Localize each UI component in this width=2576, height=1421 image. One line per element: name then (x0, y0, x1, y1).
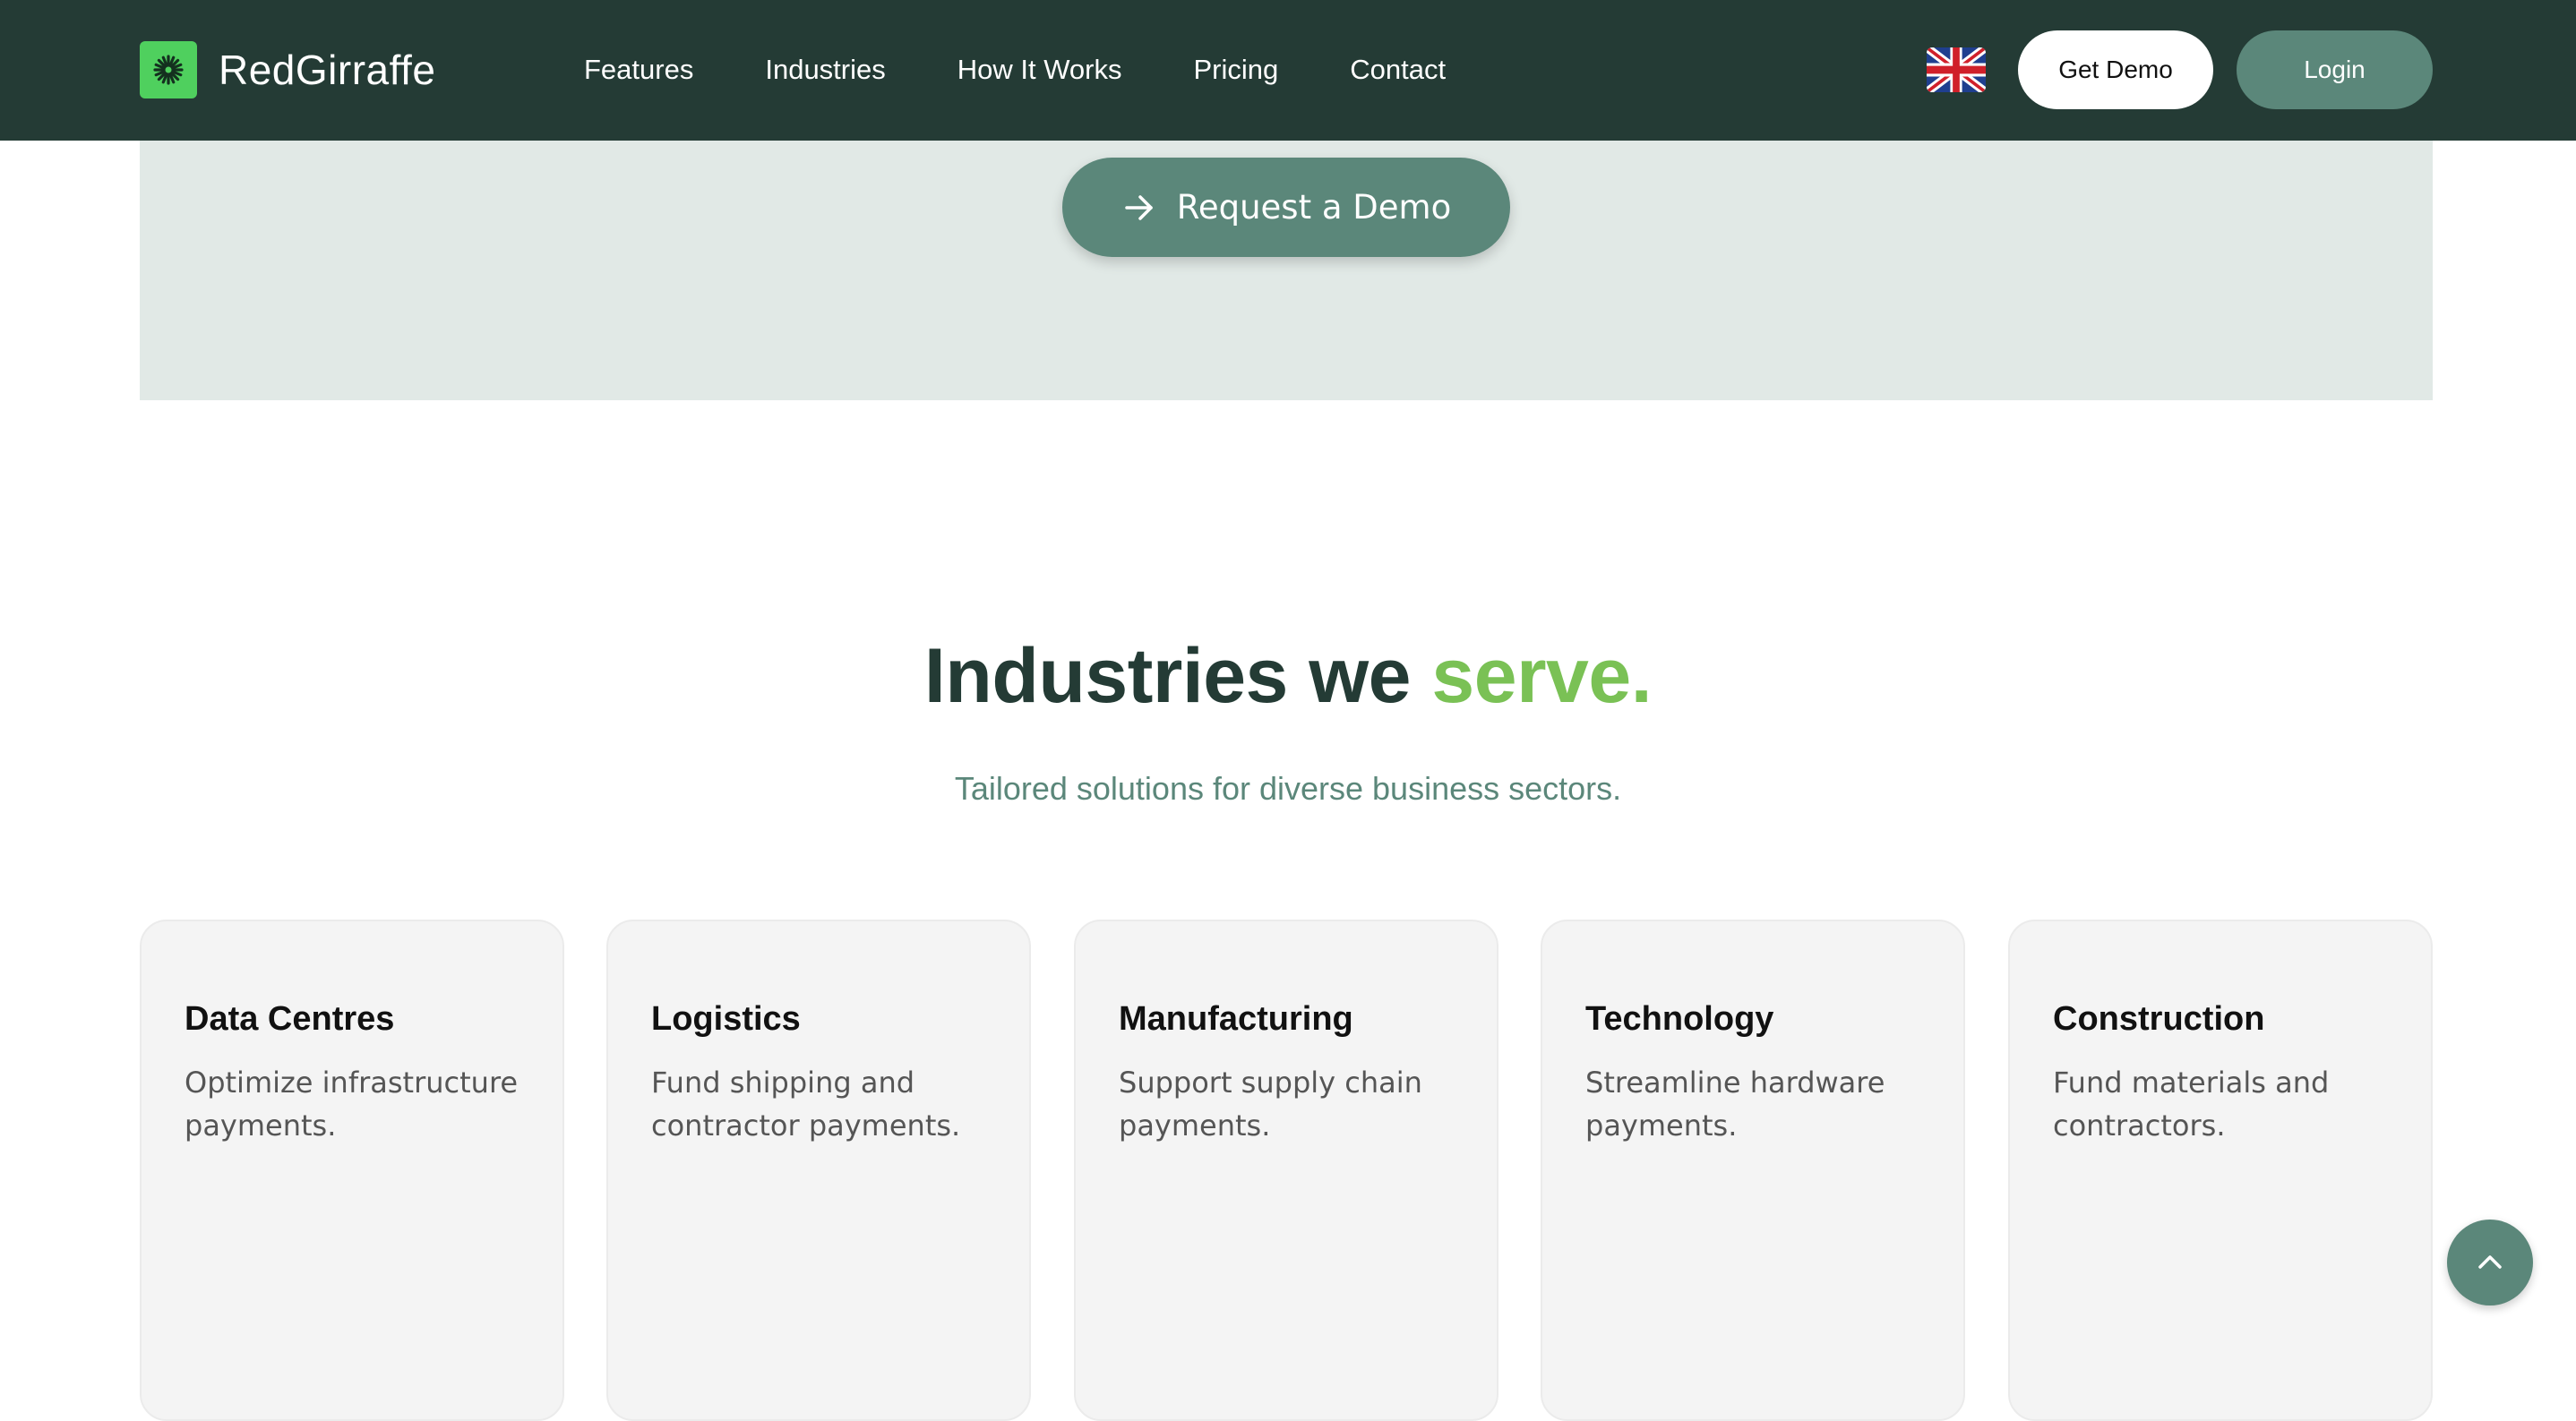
nav-contact[interactable]: Contact (1350, 45, 1446, 95)
arrow-right-icon (1125, 194, 1153, 220)
nav-industries[interactable]: Industries (765, 45, 885, 95)
chevron-up-icon (2478, 1255, 2502, 1269)
card-description: Support supply chain payments. (1119, 1066, 1422, 1143)
card-title: Manufacturing (1119, 1000, 1353, 1038)
card-description: Fund materials and contractors. (2053, 1066, 2330, 1143)
industries-title: Industries we serve. (0, 627, 2576, 725)
logo-icon[interactable] (140, 41, 197, 98)
industries-subtitle: Tailored solutions for diverse business … (954, 770, 1622, 807)
card-title: Data Centres (185, 1000, 395, 1038)
industry-card-technology[interactable]: Technology Streamline hardware payments. (1541, 920, 1965, 1421)
get-demo-button[interactable]: Get Demo (2018, 30, 2213, 109)
industries-title-accent: serve. (1431, 633, 1653, 719)
scroll-to-top-button[interactable] (2447, 1220, 2533, 1305)
request-demo-label: Request a Demo (1176, 188, 1452, 227)
industry-card-logistics[interactable]: Logistics Fund shipping and contractor p… (606, 920, 1031, 1421)
card-description: Streamline hardware payments. (1585, 1066, 1885, 1143)
industries-title-main: Industries we (923, 633, 1432, 719)
industry-card-data-centres[interactable]: Data Centres Optimize infrastructure pay… (140, 920, 564, 1421)
language-selector-icon (1927, 47, 1986, 92)
main-nav: Features Industries How It Works Pricing… (584, 45, 1446, 95)
nav-pricing[interactable]: Pricing (1193, 45, 1278, 95)
brand-name[interactable]: RedGirraffe (219, 39, 435, 100)
login-button[interactable]: Login (2237, 30, 2433, 109)
request-demo-button[interactable]: Request a Demo (1062, 158, 1510, 257)
asterisk-logo-icon (153, 55, 184, 85)
industry-card-manufacturing[interactable]: Manufacturing Support supply chain payme… (1074, 920, 1498, 1421)
card-description: Optimize infrastructure payments. (185, 1066, 519, 1143)
card-description: Fund shipping and contractor payments. (651, 1066, 961, 1143)
nav-how-it-works[interactable]: How It Works (957, 45, 1122, 95)
card-title: Logistics (651, 1000, 801, 1038)
uk-flag-icon[interactable] (1927, 47, 1986, 92)
industry-card-construction[interactable]: Construction Fund materials and contract… (2008, 920, 2433, 1421)
card-title: Construction (2053, 1000, 2265, 1038)
card-title: Technology (1585, 1000, 1774, 1038)
nav-features[interactable]: Features (584, 45, 693, 95)
site-header: RedGirraffe Features Industries How It W… (0, 0, 2576, 141)
